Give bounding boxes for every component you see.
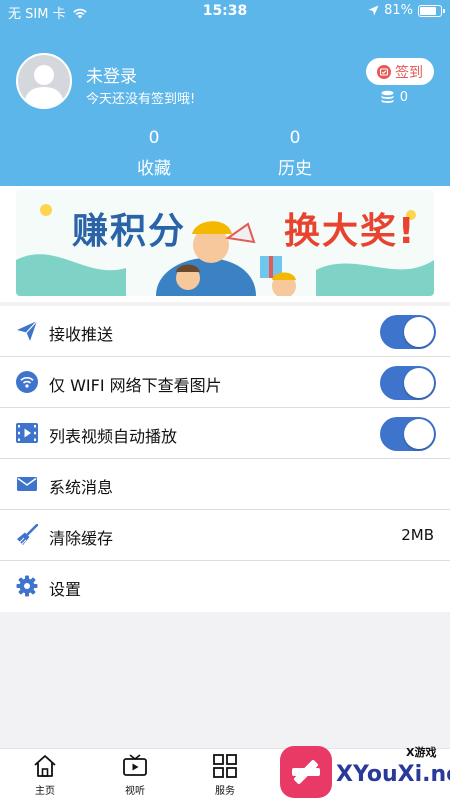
watermark-main-text: XYouXi.net <box>336 762 450 787</box>
home-icon <box>34 755 56 777</box>
gamepad-logo-icon <box>280 746 332 798</box>
setting-label: 接收推送 <box>49 325 114 344</box>
avatar[interactable] <box>16 53 72 109</box>
banner-headline-left: 赚积分 <box>72 211 187 252</box>
tab-label: 主页 <box>35 786 55 797</box>
tab-label: 视听 <box>125 786 145 797</box>
default-avatar-icon <box>18 55 70 107</box>
coin-balance: 0 <box>380 90 408 105</box>
history-count: 0 <box>289 128 301 148</box>
setting-system-messages[interactable]: 系统消息 <box>0 459 450 510</box>
setting-label: 设置 <box>49 580 82 599</box>
setting-clear-cache[interactable]: 清除缓存 2MB <box>0 510 450 561</box>
favorites-stat[interactable]: 0 收藏 <box>114 128 194 179</box>
paper-plane-icon <box>17 320 38 341</box>
wifi-icon <box>16 371 38 393</box>
signin-label: 签到 <box>395 64 423 81</box>
banner-headline-right: 换大奖! <box>284 211 417 252</box>
push-toggle[interactable] <box>380 315 436 349</box>
profile-header: 无 SIM 卡 15:38 81% 未登录 今天还没有签到哦! 签到 0 0 收… <box>0 0 450 186</box>
battery-icon <box>418 4 445 17</box>
signin-tip: 今天还没有签到哦! <box>86 92 196 107</box>
setting-label: 系统消息 <box>49 478 114 497</box>
battery-percent: 81% <box>384 3 413 18</box>
setting-label: 仅 WIFI 网络下查看图片 <box>49 376 222 395</box>
broom-icon <box>17 524 38 545</box>
setting-autoplay-video[interactable]: 列表视频自动播放 <box>0 408 450 459</box>
user-name[interactable]: 未登录 <box>86 62 137 87</box>
signin-button[interactable]: 签到 <box>366 58 434 85</box>
favorites-count: 0 <box>148 128 160 148</box>
tab-services[interactable]: 服务 <box>195 753 255 797</box>
mail-icon <box>17 477 37 491</box>
setting-receive-push[interactable]: 接收推送 <box>0 306 450 357</box>
cache-size: 2MB <box>401 526 434 544</box>
coin-stack-icon <box>381 90 394 103</box>
grid-icon <box>213 754 237 778</box>
settings-list: 接收推送 仅 WIFI 网络下查看图片 列表视频自动播放 系统消息 清除缓存 2… <box>0 306 450 612</box>
video-icon <box>16 423 38 443</box>
history-stat[interactable]: 0 历史 <box>255 128 335 179</box>
autoplay-toggle[interactable] <box>380 417 436 451</box>
tab-home[interactable]: 主页 <box>15 753 75 797</box>
coin-count: 0 <box>399 90 408 105</box>
setting-label: 列表视频自动播放 <box>49 427 178 446</box>
calendar-check-icon <box>377 64 391 79</box>
tab-media[interactable]: 视听 <box>105 753 165 797</box>
favorites-label: 收藏 <box>137 159 171 179</box>
wifi-images-toggle[interactable] <box>380 366 436 400</box>
promo-banner[interactable]: 赚积分 换大奖! <box>16 190 434 296</box>
tv-icon <box>123 754 147 776</box>
watermark-top-text: X游戏 <box>406 746 437 759</box>
status-bar: 无 SIM 卡 15:38 81% <box>0 0 450 24</box>
banner-section: 赚积分 换大奖! <box>0 186 450 302</box>
setting-wifi-images[interactable]: 仅 WIFI 网络下查看图片 <box>0 357 450 408</box>
setting-settings[interactable]: 设置 <box>0 561 450 612</box>
setting-label: 清除缓存 <box>49 529 114 548</box>
gear-icon <box>16 575 38 597</box>
tab-label: 服务 <box>215 786 235 797</box>
history-label: 历史 <box>278 159 312 179</box>
site-watermark: X游戏 XYouXi.net <box>278 742 450 800</box>
location-arrow-icon <box>368 5 379 16</box>
